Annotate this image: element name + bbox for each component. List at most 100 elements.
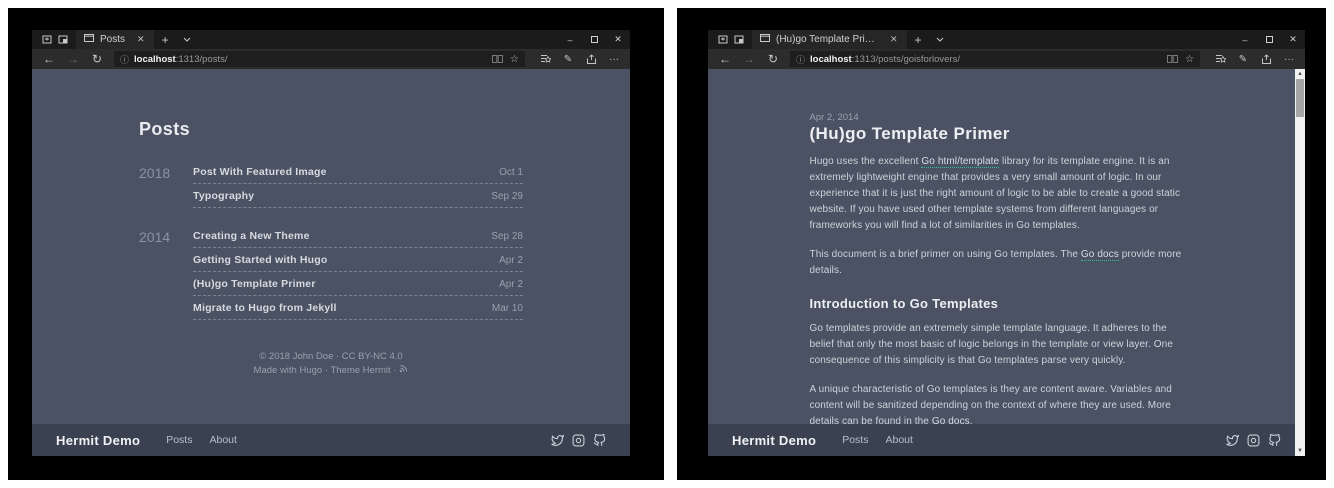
new-tab-button[interactable]: + xyxy=(154,30,177,49)
url-host: localhost xyxy=(134,54,176,65)
address-bar[interactable]: ⓘ localhost:1313/posts/goisforlovers/ ☆ xyxy=(790,51,1200,67)
set-aside-tabs-icon[interactable] xyxy=(718,35,728,44)
tab-close-icon[interactable]: ✕ xyxy=(888,34,900,45)
page-viewport: Posts 2018Post With Featured Image Oct 1 T… xyxy=(32,69,630,456)
url-path: :1313/posts/goisforlovers/ xyxy=(852,54,960,65)
nav-link-posts[interactable]: Posts xyxy=(166,434,192,446)
post-year: 2018 xyxy=(139,160,193,208)
browser-toolbar: ← → ↻ ⓘ localhost:1313/posts/ ☆ ✎ ··· xyxy=(32,49,630,69)
share-icon[interactable] xyxy=(1256,54,1276,64)
post-date: Mar 10 xyxy=(492,303,523,314)
browser-tab[interactable]: Posts ✕ xyxy=(76,30,154,49)
text-segment: A unique characteristic of Go templates … xyxy=(810,384,1172,424)
page-icon xyxy=(84,34,94,45)
add-favorite-star-icon[interactable]: ☆ xyxy=(510,54,519,65)
github-icon[interactable] xyxy=(1268,434,1281,447)
scroll-up-icon[interactable]: ▲ xyxy=(1295,69,1305,79)
url-path: :1313/posts/ xyxy=(176,54,228,65)
instagram-icon[interactable] xyxy=(572,434,585,447)
post-link[interactable]: Typography xyxy=(193,190,254,202)
brand-link[interactable]: Hermit Demo xyxy=(732,433,816,448)
post-year-group: 2014Creating a New ThemeSep 28Getting St… xyxy=(139,224,523,320)
refresh-button[interactable]: ↻ xyxy=(762,49,784,69)
bottom-nav-bar: Hermit Demo Posts About xyxy=(32,424,630,456)
minimize-button[interactable]: – xyxy=(1233,35,1257,45)
post-list-item[interactable]: Post With Featured Image Oct 1 xyxy=(193,160,523,184)
forward-button[interactable]: → xyxy=(738,49,760,69)
post-list-item[interactable]: TypographySep 29 xyxy=(193,184,523,208)
article-paragraph: This document is a brief primer on using… xyxy=(810,247,1194,279)
nav-link-posts[interactable]: Posts xyxy=(842,434,868,446)
vertical-scrollbar[interactable]: ▲ ▼ xyxy=(1295,69,1305,456)
share-icon[interactable] xyxy=(581,54,601,64)
text-segment: Hugo uses the excellent xyxy=(810,156,922,167)
tab-bar: Posts ✕ + – ✕ xyxy=(32,30,630,49)
post-link[interactable]: (Hu)go Template Primer xyxy=(193,278,316,290)
nav-link-about[interactable]: About xyxy=(885,434,912,446)
post-list-item[interactable]: Getting Started with HugoApr 2 xyxy=(193,248,523,272)
page-icon xyxy=(760,34,770,45)
tab-title: Posts xyxy=(100,34,125,45)
post-list-item[interactable]: Creating a New Theme Sep 28 xyxy=(193,224,523,248)
more-options-icon[interactable]: ··· xyxy=(604,54,624,65)
article-date: Apr 2, 2014 xyxy=(810,112,1194,123)
browser-tab[interactable]: (Hu)go Template Primer ✕ xyxy=(752,30,907,49)
scrollbar-thumb[interactable] xyxy=(1296,79,1304,117)
add-favorite-star-icon[interactable]: ☆ xyxy=(1185,54,1194,65)
address-bar[interactable]: ⓘ localhost:1313/posts/ ☆ xyxy=(114,51,525,67)
post-link[interactable]: Getting Started with Hugo xyxy=(193,254,328,266)
back-button[interactable]: ← xyxy=(38,49,60,69)
post-link[interactable]: Creating a New Theme xyxy=(193,230,310,242)
forward-button[interactable]: → xyxy=(62,49,84,69)
tab-list-chevron-icon[interactable] xyxy=(930,30,950,49)
post-link[interactable]: Post With Featured Image xyxy=(193,166,327,178)
footer-copyright: © 2018 John Doe · CC BY-NC 4.0 xyxy=(139,350,523,364)
inline-link[interactable]: Go docs xyxy=(932,416,970,424)
brand-link[interactable]: Hermit Demo xyxy=(56,433,140,448)
tab-preview-icon[interactable] xyxy=(734,35,744,44)
rss-icon[interactable] xyxy=(399,364,408,378)
text-segment: This document is a brief primer on using… xyxy=(810,249,1081,260)
reading-view-icon[interactable] xyxy=(492,50,503,68)
url-host: localhost xyxy=(810,54,852,65)
reading-view-icon[interactable] xyxy=(1167,50,1178,68)
close-window-button[interactable]: ✕ xyxy=(606,34,630,45)
post-date: Oct 1 xyxy=(499,167,523,178)
post-list-item[interactable]: Migrate to Hugo from Jekyll Mar 10 xyxy=(193,296,523,320)
close-window-button[interactable]: ✕ xyxy=(1281,34,1305,45)
site-info-icon[interactable]: ⓘ xyxy=(796,53,805,66)
scroll-down-icon[interactable]: ▼ xyxy=(1295,446,1305,456)
hub-favorites-icon[interactable] xyxy=(1210,54,1230,64)
minimize-button[interactable]: – xyxy=(558,35,582,45)
tab-preview-icon[interactable] xyxy=(58,35,68,44)
nav-link-about[interactable]: About xyxy=(209,434,236,446)
post-link[interactable]: Migrate to Hugo from Jekyll xyxy=(193,302,337,314)
site-info-icon[interactable]: ⓘ xyxy=(120,53,129,66)
twitter-icon[interactable] xyxy=(551,434,564,447)
web-notes-pen-icon[interactable]: ✎ xyxy=(1233,54,1253,65)
twitter-icon[interactable] xyxy=(1226,434,1239,447)
site-footer: © 2018 John Doe · CC BY-NC 4.0 Made with… xyxy=(139,350,523,378)
bottom-nav-bar: Hermit Demo Posts About xyxy=(708,424,1305,456)
article-paragraph: Go templates provide an extremely simple… xyxy=(810,321,1194,369)
github-icon[interactable] xyxy=(593,434,606,447)
tab-close-icon[interactable]: ✕ xyxy=(135,34,147,45)
maximize-button[interactable] xyxy=(1257,35,1281,45)
set-aside-tabs-icon[interactable] xyxy=(42,35,52,44)
browser-window-posts: Posts ✕ + – ✕ ← → ↻ ⓘ localhost:1313/pos… xyxy=(32,30,630,456)
article-paragraph: Hugo uses the excellent Go html/template… xyxy=(810,154,1194,234)
inline-link[interactable]: Go html/template xyxy=(921,156,999,168)
section-heading: Introduction to Go Templates xyxy=(810,296,1194,311)
inline-link[interactable]: Go docs xyxy=(1081,249,1119,261)
more-options-icon[interactable]: ··· xyxy=(1279,54,1299,65)
back-button[interactable]: ← xyxy=(714,49,736,69)
hub-favorites-icon[interactable] xyxy=(535,54,555,64)
post-list-item[interactable]: (Hu)go Template PrimerApr 2 xyxy=(193,272,523,296)
maximize-button[interactable] xyxy=(582,35,606,45)
web-notes-pen-icon[interactable]: ✎ xyxy=(558,54,578,65)
post-date: Sep 28 xyxy=(491,231,523,242)
instagram-icon[interactable] xyxy=(1247,434,1260,447)
refresh-button[interactable]: ↻ xyxy=(86,49,108,69)
tab-list-chevron-icon[interactable] xyxy=(177,30,197,49)
new-tab-button[interactable]: + xyxy=(907,30,930,49)
